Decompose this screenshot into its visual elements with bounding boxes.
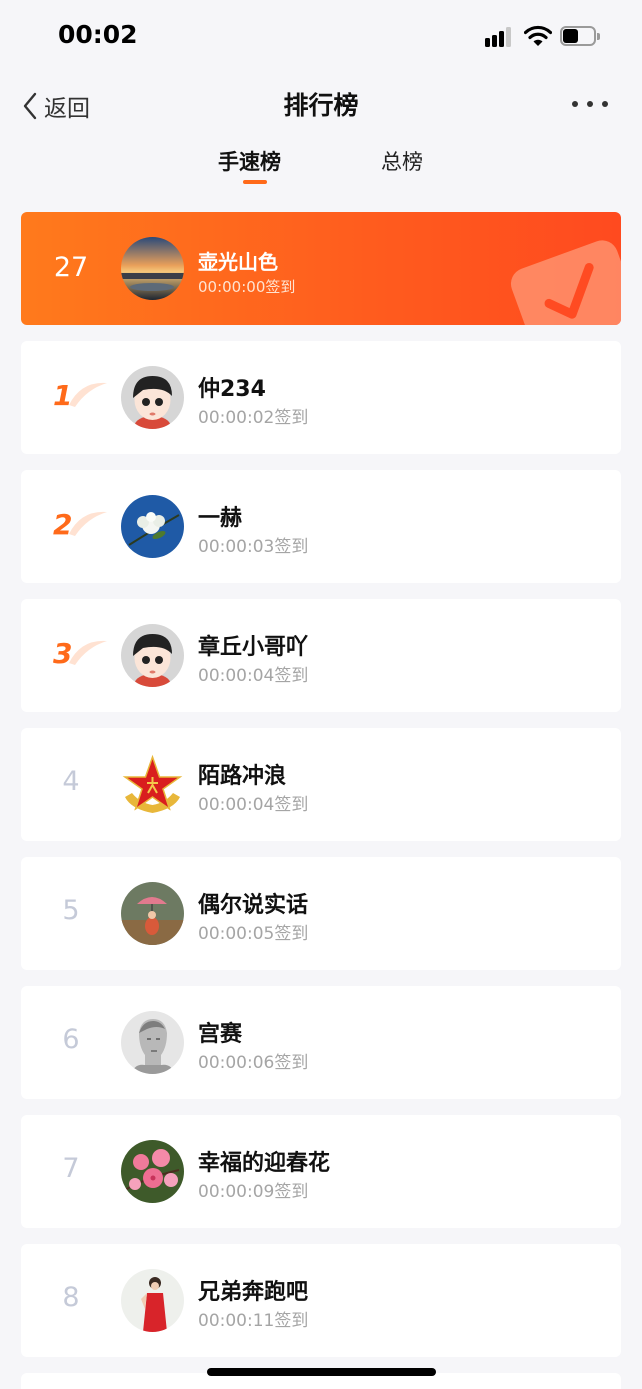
sign-time: 00:00:06签到 <box>198 1053 309 1073</box>
list-item[interactable]: 1 仲234 00:00:02签到 <box>21 341 621 454</box>
my-user-name: 壶光山色 <box>198 250 278 274</box>
my-rank-number: 27 <box>53 252 89 283</box>
user-name: 一赫 <box>198 506 243 531</box>
battery-icon <box>560 26 600 46</box>
sign-time: 00:00:05签到 <box>198 924 309 944</box>
sign-time: 00:00:09签到 <box>198 1182 309 1202</box>
umbrella-photo-avatar <box>121 882 184 945</box>
user-name: 仲234 <box>198 377 266 402</box>
user-name: 兄弟奔跑吧 <box>198 1280 309 1305</box>
user-name: 章丘小哥吖 <box>198 635 309 660</box>
list-item[interactable]: 3 章丘小哥吖 00:00:04签到 <box>21 599 621 712</box>
ranking-screen: 00:02 返回 排行榜 手速榜 总榜 27 壶光山色 00:00:00签到 1… <box>0 0 642 1389</box>
sign-time: 00:00:02签到 <box>198 408 309 428</box>
sign-time: 00:00:11签到 <box>198 1311 309 1331</box>
pink-blossom-avatar <box>121 1140 184 1203</box>
ranking-tabs: 手速榜 总榜 <box>0 140 642 190</box>
list-item[interactable]: 2 一赫 00:00:03签到 <box>21 470 621 583</box>
page-title: 排行榜 <box>283 91 359 120</box>
active-tab-indicator <box>243 180 267 184</box>
my-rank-card[interactable]: 27 壶光山色 00:00:00签到 <box>21 212 621 325</box>
red-dress-avatar <box>121 1269 184 1332</box>
list-item[interactable]: 6 宫赛 00:00:06签到 <box>21 986 621 1099</box>
sign-time: 00:00:04签到 <box>198 666 309 686</box>
tab-total-ranking[interactable]: 总榜 <box>381 146 423 176</box>
list-item[interactable]: 7 幸福的迎春花 00:00:09签到 <box>21 1115 621 1228</box>
list-item[interactable]: 4 陌路冲浪 00:00:04签到 <box>21 728 621 841</box>
user-name: 偶尔说实话 <box>198 893 309 918</box>
user-name: 幸福的迎春花 <box>198 1151 331 1176</box>
rank-medal-2: 2 <box>51 504 111 550</box>
wifi-icon <box>524 25 552 46</box>
cartoon-avatar <box>121 624 184 687</box>
home-indicator <box>207 1368 436 1376</box>
more-options-icon[interactable] <box>572 92 608 116</box>
cellular-signal-icon <box>485 27 517 47</box>
nav-bar: 返回 排行榜 <box>0 78 642 132</box>
list-item[interactable]: 5 偶尔说实话 00:00:05签到 <box>21 857 621 970</box>
rank-number: 7 <box>62 1153 80 1184</box>
rank-number: 8 <box>62 1282 80 1313</box>
sign-time: 00:00:03签到 <box>198 537 309 557</box>
red-star-avatar <box>121 753 184 816</box>
checkmark-badge-icon <box>510 240 621 325</box>
rank-number: 4 <box>62 766 80 797</box>
status-time: 00:02 <box>58 20 138 49</box>
status-bar: 00:02 <box>0 0 642 72</box>
sunset-lake-avatar <box>121 237 184 300</box>
rank-medal-3: 3 <box>51 633 111 679</box>
tab-speed-ranking[interactable]: 手速榜 <box>218 146 281 176</box>
user-name: 宫赛 <box>198 1022 243 1047</box>
sketch-portrait-avatar <box>121 1011 184 1074</box>
user-name: 陌路冲浪 <box>198 764 287 789</box>
rank-number: 6 <box>62 1024 80 1055</box>
rank-medal-1: 1 <box>51 375 111 421</box>
my-sign-time: 00:00:00签到 <box>198 278 296 296</box>
flower-blue-avatar <box>121 495 184 558</box>
list-item[interactable]: 8 兄弟奔跑吧 00:00:11签到 <box>21 1244 621 1357</box>
cartoon-avatar <box>121 366 184 429</box>
sign-time: 00:00:04签到 <box>198 795 309 815</box>
rank-number: 5 <box>62 895 80 926</box>
